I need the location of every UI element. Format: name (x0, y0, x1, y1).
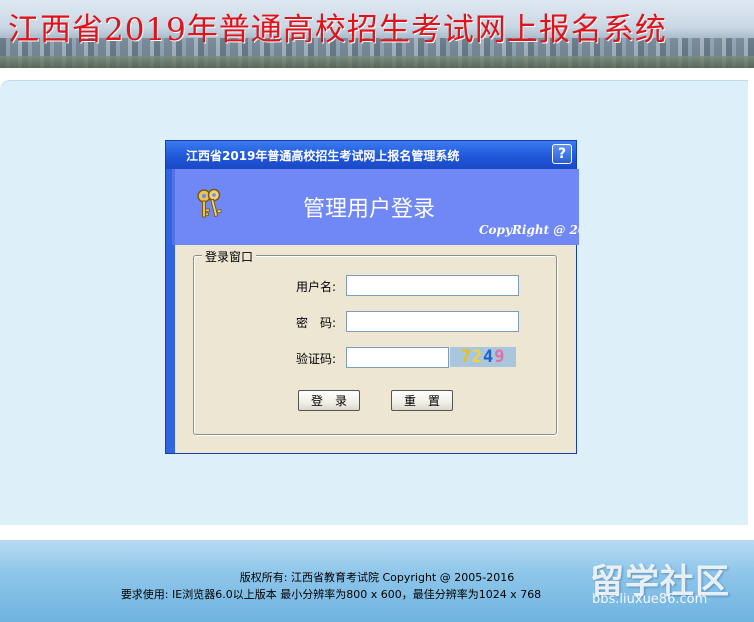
dialog-heading: 管理用户登录 (303, 197, 436, 222)
captcha-digit: 4 (483, 347, 495, 367)
login-button[interactable]: 登 录 (298, 390, 360, 411)
watermark: 留学社区 bbs.liuxue86.com (586, 554, 746, 614)
captcha-digit: 9 (494, 347, 506, 367)
header-banner: 江西省2019年普通高校招生考试网上报名系统 (0, 0, 754, 68)
dialog-titlebar: 江西省2019年普通高校招生考试网上报名管理系统 ? (166, 141, 576, 169)
dialog-window-title: 江西省2019年普通高校招生考试网上报名管理系统 (186, 149, 460, 163)
captcha-label: 验证码: (295, 352, 336, 366)
password-input[interactable] (346, 311, 519, 332)
login-fieldset: 登录窗口 用户名: 密 码: 验证码: 7249 登 录 重 置 (193, 248, 557, 435)
password-label: 密 码: (295, 316, 336, 330)
dialog-body: 登录窗口 用户名: 密 码: 验证码: 7249 登 录 重 置 (175, 245, 576, 453)
captcha-digit: 7 (460, 347, 472, 367)
keys-icon (197, 188, 222, 218)
help-button[interactable]: ? (552, 144, 572, 164)
reset-button[interactable]: 重 置 (391, 390, 453, 411)
username-label: 用户名: (295, 280, 336, 294)
footer: 版权所有: 江西省教育考试院 Copyright @ 2005-2016 要求使… (0, 540, 754, 622)
watermark-url: bbs.liuxue86.com (592, 592, 708, 607)
dialog-header: 管理用户登录 CopyRight @ 2002 (172, 169, 579, 245)
captcha-digit: 2 (471, 347, 483, 367)
login-dialog: 江西省2019年普通高校招生考试网上报名管理系统 ? 管理用户登录 CopyRi… (165, 140, 579, 454)
captcha-input[interactable] (346, 347, 449, 368)
fieldset-legend: 登录窗口 (202, 248, 257, 265)
copyright-stamp: CopyRight @ 2002 (479, 223, 579, 237)
banner-ground-image (0, 56, 754, 68)
captcha-image[interactable]: 7249 (450, 347, 516, 367)
banner-title: 江西省2019年普通高校招生考试网上报名系统 (8, 12, 667, 48)
username-input[interactable] (346, 275, 519, 296)
